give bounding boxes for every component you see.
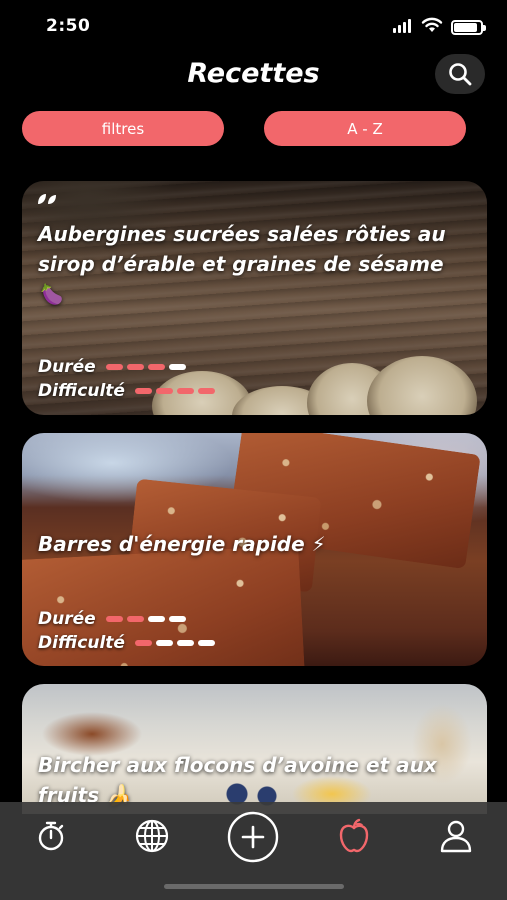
header: Recettes: [0, 52, 507, 102]
home-indicator: [164, 884, 344, 889]
difficulty-rating: [134, 388, 215, 394]
rating-dot: [105, 616, 123, 622]
tab-add[interactable]: [226, 810, 280, 864]
duration-label: Durée: [38, 357, 96, 377]
aubergine-slice: [367, 356, 477, 415]
rating-dot: [147, 364, 165, 370]
recipe-meta: Durée Difficulté: [38, 355, 215, 403]
rating-dot: [197, 388, 215, 394]
rating-dot: [197, 640, 215, 646]
search-button[interactable]: [435, 54, 485, 94]
rating-dot: [105, 364, 123, 370]
duration-rating: [105, 616, 186, 622]
rating-dot: [176, 640, 194, 646]
wifi-icon: [421, 17, 443, 37]
rating-dot: [147, 616, 165, 622]
battery-level: [454, 22, 478, 32]
tab-profile[interactable]: [436, 816, 476, 856]
status-icons: [393, 17, 486, 37]
duration-rating: [105, 364, 186, 370]
rating-dot: [126, 364, 144, 370]
status-time: 2:50: [46, 16, 91, 36]
sort-az-button[interactable]: A - Z: [264, 111, 466, 146]
rating-dot: [176, 388, 194, 394]
status-bar: 2:50: [0, 0, 507, 52]
rating-dot: [155, 388, 173, 394]
person-icon: [440, 820, 472, 853]
recipe-title: Barres d'énergie rapide ⚡: [38, 532, 326, 556]
recipe-card-energy-bars[interactable]: Barres d'énergie rapide ⚡ Durée Difficul…: [22, 433, 487, 666]
battery-icon: [451, 19, 486, 35]
duration-row: Durée: [38, 355, 215, 379]
rating-dot: [168, 364, 186, 370]
recipe-title: Aubergines sucrées salées rôties au siro…: [38, 222, 446, 306]
signal-icon: [393, 18, 413, 37]
globe-icon: [135, 819, 169, 853]
difficulty-label: Difficulté: [38, 381, 125, 401]
stopwatch-icon: [38, 821, 64, 851]
duration-row: Durée: [38, 607, 215, 631]
difficulty-rating: [134, 640, 215, 646]
tab-recipes[interactable]: [334, 816, 374, 856]
difficulty-label: Difficulté: [38, 633, 125, 653]
recipe-card-bircher[interactable]: Bircher aux flocons d’avoine et aux frui…: [22, 684, 487, 814]
filters-button[interactable]: filtres: [22, 111, 224, 146]
duration-label: Durée: [38, 609, 96, 629]
difficulty-row: Difficulté: [38, 379, 215, 403]
rating-dot: [134, 388, 152, 394]
leaf-icon: [36, 191, 58, 205]
rating-dot: [126, 616, 144, 622]
recipe-title: Bircher aux flocons d’avoine et aux frui…: [38, 753, 437, 807]
search-icon: [449, 63, 472, 86]
recipe-meta: Durée Difficulté: [38, 607, 215, 655]
page-title: Recettes: [187, 58, 320, 89]
rating-dot: [155, 640, 173, 646]
apple-icon: [339, 818, 369, 853]
difficulty-row: Difficulté: [38, 631, 215, 655]
tab-world[interactable]: [132, 816, 172, 856]
recipe-card-aubergines[interactable]: Aubergines sucrées salées rôties au siro…: [22, 181, 487, 415]
rating-dot: [134, 640, 152, 646]
rating-dot: [168, 616, 186, 622]
tab-timer[interactable]: [31, 816, 71, 856]
plus-circle-icon: [227, 811, 279, 863]
